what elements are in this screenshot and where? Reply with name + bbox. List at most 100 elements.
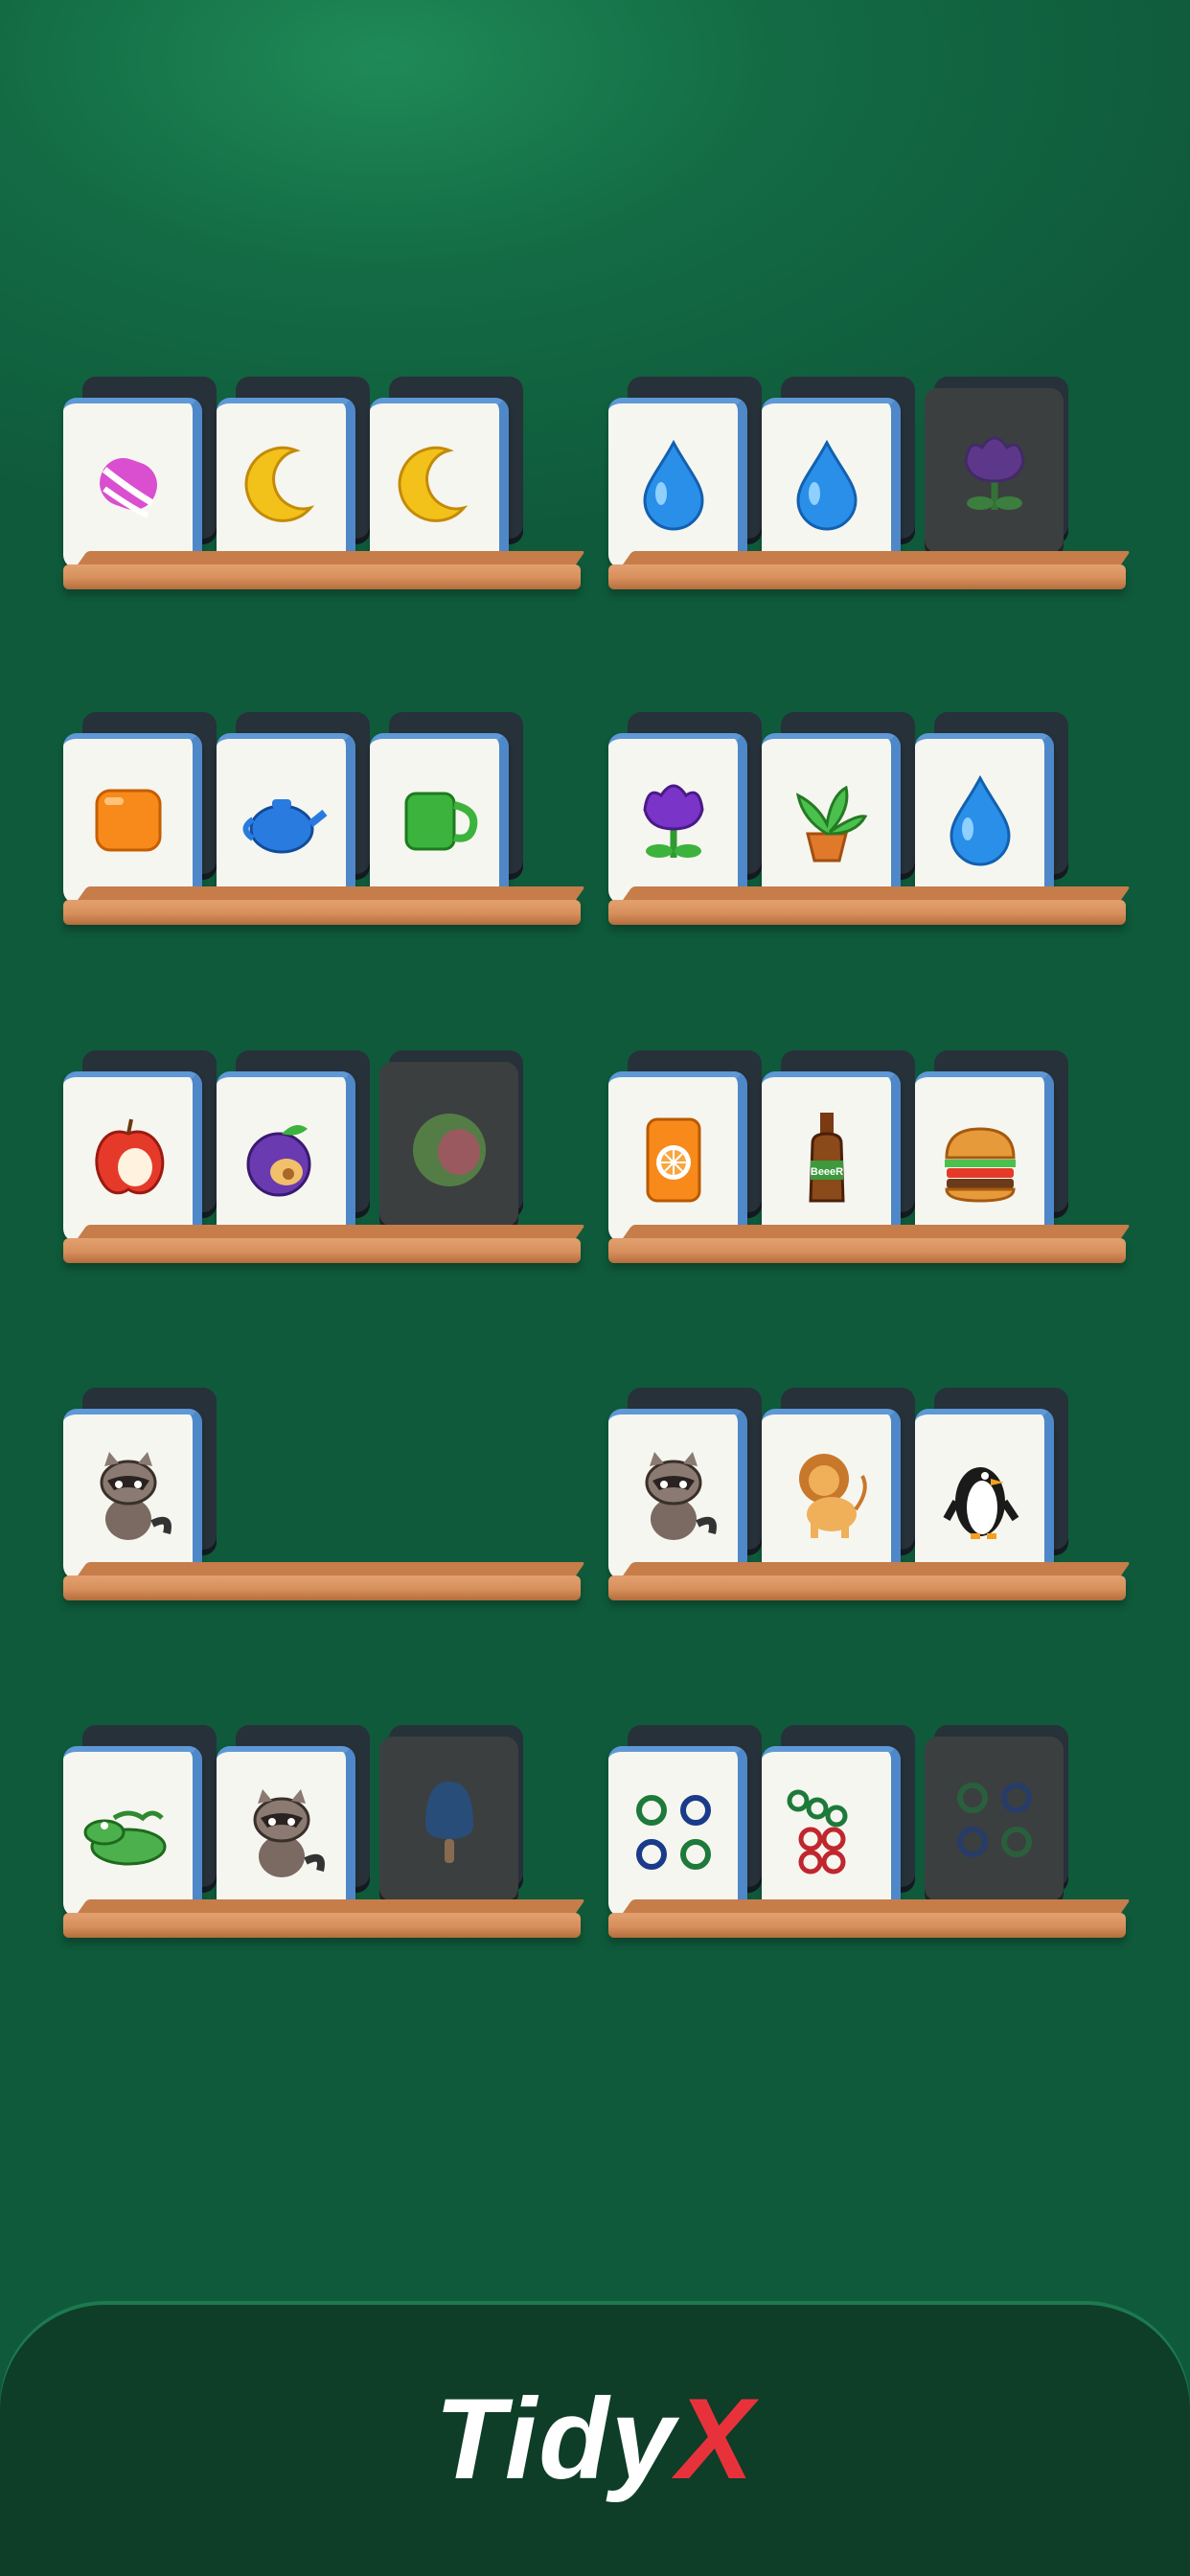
game-board: BeeeR	[0, 0, 1190, 2281]
tile[interactable]	[217, 1071, 355, 1242]
tile-slot	[762, 712, 915, 904]
shelf	[63, 1351, 585, 1600]
tile-slot	[370, 1050, 523, 1242]
tile-slot	[915, 1388, 1068, 1579]
shelf-plank	[608, 1576, 1126, 1600]
tile-slot	[370, 377, 523, 568]
tile[interactable]	[608, 1409, 747, 1579]
tile-slot	[370, 1725, 523, 1917]
flower-icon	[621, 767, 726, 877]
beer-bottle-icon: BeeeR	[774, 1105, 880, 1215]
tile[interactable]	[63, 1746, 202, 1917]
tile[interactable]	[217, 1746, 355, 1917]
water-drop-icon	[621, 431, 726, 541]
tile-slot	[762, 1388, 915, 1579]
potted-plant-icon	[774, 767, 880, 877]
crocodile-icon	[76, 1780, 181, 1890]
tile[interactable]	[63, 398, 202, 568]
tile[interactable]	[63, 1071, 202, 1242]
tile[interactable]	[762, 733, 901, 904]
tile[interactable]	[63, 733, 202, 904]
teapot-icon	[229, 767, 334, 877]
tile[interactable]	[217, 398, 355, 568]
shelf-plank	[608, 1238, 1126, 1263]
tile[interactable]	[915, 733, 1054, 904]
tile[interactable]	[370, 733, 509, 904]
covered-tile	[379, 1062, 518, 1232]
tile-slot	[608, 1725, 762, 1917]
tile-slot	[915, 1725, 1068, 1917]
raccoon-icon	[76, 1442, 181, 1552]
shelf: BeeeR	[608, 1014, 1131, 1263]
mug-icon	[382, 767, 488, 877]
tile-slot	[762, 1725, 915, 1917]
tile-slot	[608, 1050, 762, 1242]
circle-seven-icon	[774, 1780, 880, 1890]
shelf-plank	[63, 1576, 581, 1600]
flower-icon	[942, 419, 1047, 529]
raccoon-icon	[621, 1442, 726, 1552]
tile-slot	[217, 377, 370, 568]
tile[interactable]	[217, 733, 355, 904]
covered-tile	[925, 388, 1064, 559]
tile[interactable]	[608, 398, 747, 568]
circle-four-icon	[621, 1780, 726, 1890]
raccoon-icon	[229, 1780, 334, 1890]
tile[interactable]	[370, 398, 509, 568]
shelf	[608, 340, 1131, 589]
water-drop-icon	[927, 767, 1033, 877]
shelf	[608, 676, 1131, 925]
guava-icon	[397, 1092, 502, 1203]
lion-icon	[774, 1442, 880, 1552]
circle-four-icon	[942, 1767, 1047, 1877]
tile-slot	[608, 1388, 762, 1579]
shelf-plank	[63, 564, 581, 589]
tile-slot	[63, 1725, 217, 1917]
tile-slot	[63, 1388, 217, 1579]
soda-can-icon	[621, 1105, 726, 1215]
apple-icon	[76, 1105, 181, 1215]
candy-icon	[76, 431, 181, 541]
shelf	[63, 676, 585, 925]
shelf-plank	[608, 1913, 1126, 1938]
burger-icon	[927, 1105, 1033, 1215]
shelf	[608, 1689, 1131, 1938]
tile-slot	[217, 1725, 370, 1917]
tile[interactable]	[915, 1071, 1054, 1242]
penguin-icon	[927, 1442, 1033, 1552]
tile-slot	[608, 712, 762, 904]
shelf-plank	[63, 1913, 581, 1938]
tile-slot: BeeeR	[762, 1050, 915, 1242]
tile-slot	[63, 1050, 217, 1242]
shelf	[63, 1689, 585, 1938]
logo-x: X	[676, 2375, 756, 2503]
shelf-plank	[608, 900, 1126, 925]
covered-tile	[925, 1736, 1064, 1907]
tile-slot	[370, 712, 523, 904]
tile[interactable]	[608, 733, 747, 904]
tile[interactable]	[762, 398, 901, 568]
tile[interactable]	[608, 1071, 747, 1242]
tile[interactable]	[608, 1746, 747, 1917]
shelf	[63, 1014, 585, 1263]
tile[interactable]	[63, 1409, 202, 1579]
tile-slot	[217, 1050, 370, 1242]
tile-slot	[608, 377, 762, 568]
svg-text:BeeeR: BeeeR	[810, 1166, 842, 1178]
tile-slot	[915, 1050, 1068, 1242]
tile[interactable]	[762, 1746, 901, 1917]
logo-text: Tidy	[434, 2375, 677, 2503]
covered-tile	[379, 1736, 518, 1907]
shelf	[63, 340, 585, 589]
shelf-plank	[608, 564, 1126, 589]
tile[interactable]: BeeeR	[762, 1071, 901, 1242]
app-logo: TidyX	[0, 2381, 1190, 2496]
tile-slot	[63, 712, 217, 904]
tile[interactable]	[915, 1409, 1054, 1579]
shelf-plank	[63, 1238, 581, 1263]
orange-jelly-icon	[76, 767, 181, 877]
plum-icon	[229, 1105, 334, 1215]
tile[interactable]	[762, 1409, 901, 1579]
moon-icon	[382, 431, 488, 541]
popsicle-icon	[397, 1767, 502, 1877]
